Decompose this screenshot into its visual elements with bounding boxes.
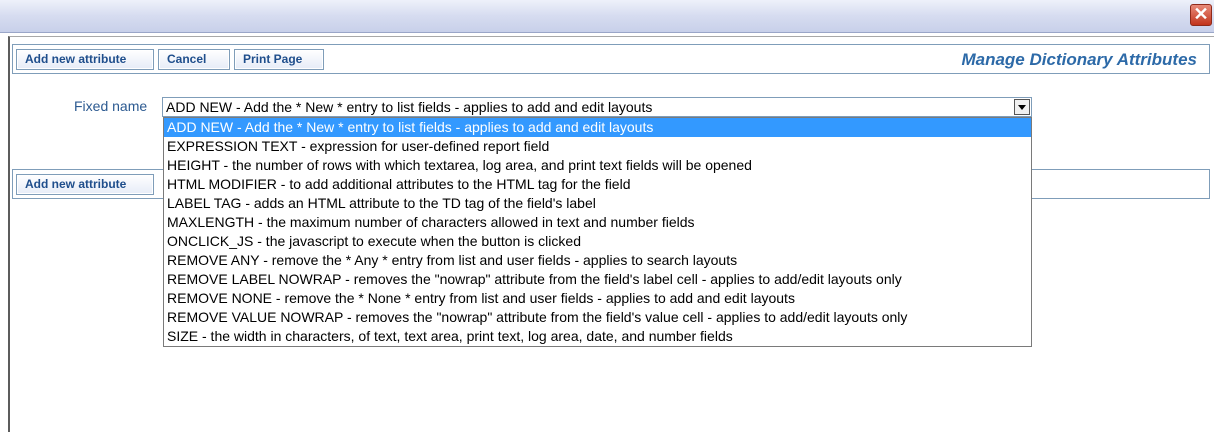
dropdown-option[interactable]: ONCLICK_JS - the javascript to execute w… [164, 232, 1031, 251]
dropdown-option[interactable]: REMOVE NONE - remove the * None * entry … [164, 289, 1031, 308]
fixed-name-select[interactable]: ADD NEW - Add the * New * entry to list … [162, 97, 1032, 117]
page-title: Manage Dictionary Attributes [961, 50, 1197, 69]
dropdown-option[interactable]: ADD NEW - Add the * New * entry to list … [164, 118, 1031, 137]
chevron-down-icon[interactable] [1014, 99, 1030, 115]
window-titlebar: ✕ [0, 0, 1214, 33]
dropdown-option[interactable]: REMOVE LABEL NOWRAP - removes the "nowra… [164, 270, 1031, 289]
dropdown-option[interactable]: REMOVE ANY - remove the * Any * entry fr… [164, 251, 1031, 270]
toolbar: Add new attribute Cancel Print Page Mana… [12, 44, 1210, 74]
dropdown-option[interactable]: SIZE - the width in characters, of text,… [164, 327, 1031, 346]
dropdown-option[interactable]: EXPRESSION TEXT - expression for user-de… [164, 137, 1031, 156]
fixed-name-label: Fixed name [74, 98, 148, 114]
dropdown-option[interactable]: REMOVE VALUE NOWRAP - removes the "nowra… [164, 308, 1031, 327]
cancel-button[interactable]: Cancel [158, 49, 230, 70]
dropdown-option[interactable]: LABEL TAG - adds an HTML attribute to th… [164, 194, 1031, 213]
add-new-attribute-button[interactable]: Add new attribute [16, 49, 154, 70]
select-value: ADD NEW - Add the * New * entry to list … [166, 99, 653, 115]
close-icon[interactable]: ✕ [1190, 4, 1212, 26]
dropdown-option[interactable]: HEIGHT - the number of rows with which t… [164, 156, 1031, 175]
add-new-attribute-button-2[interactable]: Add new attribute [16, 174, 154, 195]
print-page-button[interactable]: Print Page [234, 49, 324, 70]
dropdown-option[interactable]: MAXLENGTH - the maximum number of charac… [164, 213, 1031, 232]
dropdown-option[interactable]: HTML MODIFIER - to add additional attrib… [164, 175, 1031, 194]
main-frame: Add new attribute Cancel Print Page Mana… [8, 36, 1214, 432]
fixed-name-dropdown-list[interactable]: ADD NEW - Add the * New * entry to list … [163, 117, 1032, 347]
